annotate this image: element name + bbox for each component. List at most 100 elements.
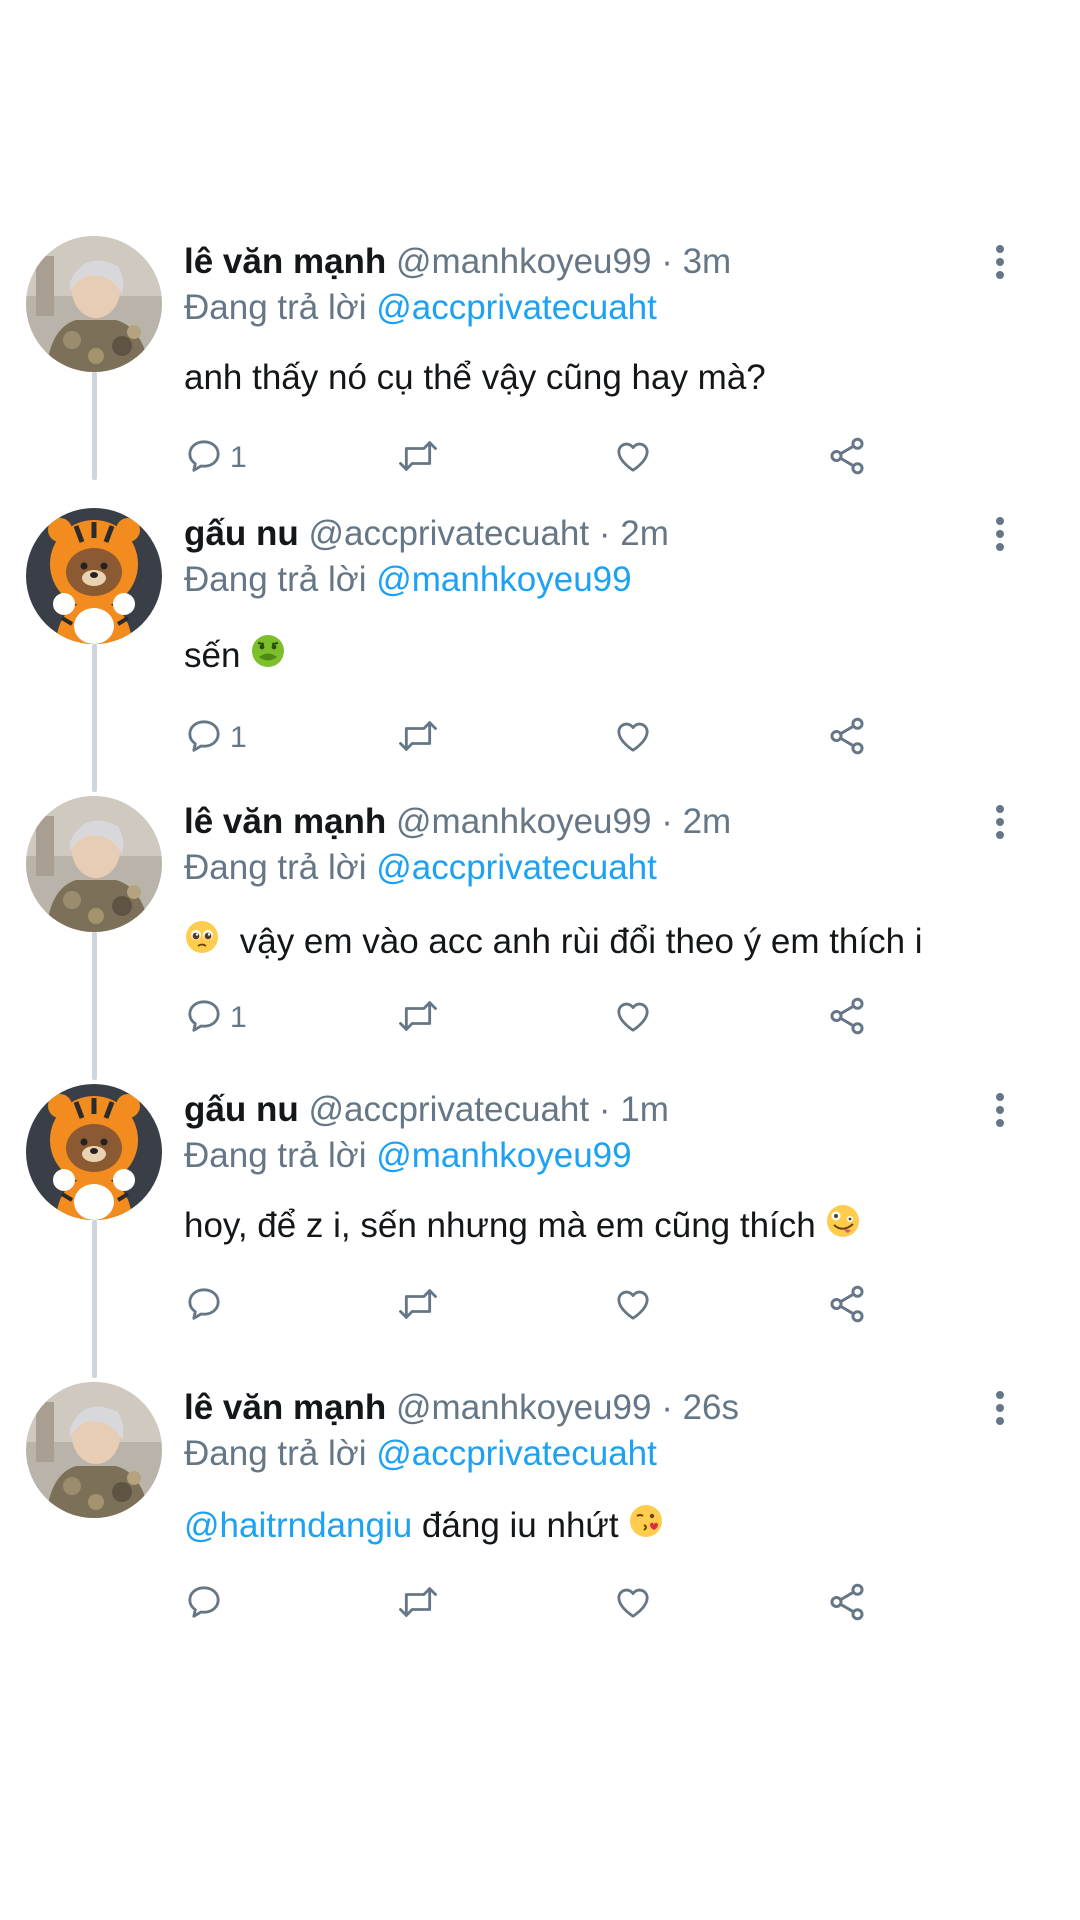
share-button[interactable]	[826, 1576, 868, 1632]
share-button[interactable]	[826, 710, 868, 766]
user-handle[interactable]: @manhkoyeu99	[396, 802, 651, 841]
like-button[interactable]	[612, 1278, 654, 1334]
tweet-actions	[184, 1278, 1004, 1334]
retweet-icon	[396, 1582, 440, 1627]
retweet-button[interactable]	[396, 990, 440, 1046]
tweet[interactable]: gấu nu @accprivatecuaht · 1m Đang trả lờ…	[0, 1084, 1080, 1364]
reply-icon	[184, 996, 224, 1041]
share-icon	[826, 1581, 868, 1628]
more-vertical-icon	[994, 1390, 1006, 1431]
share-icon	[826, 435, 868, 482]
retweet-button[interactable]	[396, 710, 440, 766]
share-button[interactable]	[826, 990, 868, 1046]
avatar[interactable]	[26, 1382, 162, 1518]
like-icon	[612, 436, 654, 481]
replying-to: Đang trả lời @manhkoyeu99	[184, 558, 632, 602]
replying-to-label: Đang trả lời	[184, 1434, 367, 1473]
reply-button[interactable]	[184, 1278, 224, 1334]
reply-count: 1	[230, 441, 247, 474]
timestamp[interactable]: 2m	[620, 514, 669, 553]
display-name[interactable]: gấu nu	[184, 514, 299, 553]
reply-button[interactable]: 1	[184, 430, 247, 486]
pleading-face-emoji	[184, 919, 220, 968]
separator-dot: ·	[598, 514, 611, 553]
replying-to-mention[interactable]: @accprivatecuaht	[376, 288, 657, 327]
reply-button[interactable]: 1	[184, 710, 247, 766]
timestamp[interactable]: 1m	[620, 1090, 669, 1129]
retweet-button[interactable]	[396, 1576, 440, 1632]
tweet[interactable]: lê văn mạnh @manhkoyeu99 · 2m Đang trả l…	[0, 796, 1080, 1076]
like-button[interactable]	[612, 1576, 654, 1632]
like-button[interactable]	[612, 430, 654, 486]
reply-button[interactable]	[184, 1576, 224, 1632]
replying-to: Đang trả lời @accprivatecuaht	[184, 846, 657, 890]
more-vertical-icon	[994, 804, 1006, 845]
tweet-actions	[184, 1576, 1004, 1632]
reply-button[interactable]: 1	[184, 990, 247, 1046]
separator-dot: ·	[661, 242, 673, 281]
tweet-header: gấu nu @accprivatecuaht · 2m	[184, 512, 669, 556]
user-handle[interactable]: @manhkoyeu99	[396, 1388, 651, 1427]
reply-icon	[184, 716, 224, 761]
timestamp[interactable]: 2m	[683, 802, 732, 841]
share-button[interactable]	[826, 430, 868, 486]
more-options-button[interactable]	[980, 804, 1020, 844]
retweet-button[interactable]	[396, 1278, 440, 1334]
like-button[interactable]	[612, 990, 654, 1046]
tweet[interactable]: lê văn mạnh @manhkoyeu99 · 3m Đang trả l…	[0, 236, 1080, 516]
tweet-actions: 1	[184, 430, 1004, 486]
separator-dot: ·	[661, 802, 673, 841]
zany-face-emoji	[825, 1203, 861, 1252]
reply-thread: lê văn mạnh @manhkoyeu99 · 3m Đang trả l…	[0, 0, 1080, 1920]
reply-icon	[184, 1284, 224, 1329]
retweet-button[interactable]	[396, 430, 440, 486]
tweet-header: lê văn mạnh @manhkoyeu99 · 26s	[184, 1386, 739, 1430]
avatar[interactable]	[26, 508, 162, 644]
kissing-heart-emoji	[628, 1503, 664, 1552]
replying-to-mention[interactable]: @manhkoyeu99	[376, 1136, 631, 1175]
user-handle[interactable]: @manhkoyeu99	[396, 242, 651, 281]
user-handle[interactable]: @accprivatecuaht	[308, 514, 589, 553]
retweet-icon	[396, 996, 440, 1041]
retweet-icon	[396, 716, 440, 761]
replying-to: Đang trả lời @accprivatecuaht	[184, 286, 657, 330]
more-vertical-icon	[994, 244, 1006, 285]
replying-to-label: Đang trả lời	[184, 288, 367, 327]
tweet[interactable]: gấu nu @accprivatecuaht · 2m Đang trả lờ…	[0, 508, 1080, 788]
more-options-button[interactable]	[980, 516, 1020, 556]
more-options-button[interactable]	[980, 1092, 1020, 1132]
tweet-header: lê văn mạnh @manhkoyeu99 · 3m	[184, 240, 731, 284]
avatar[interactable]	[26, 796, 162, 932]
tweet-text-content: đáng iu nhứt	[421, 1506, 619, 1545]
user-handle[interactable]: @accprivatecuaht	[308, 1090, 589, 1129]
avatar[interactable]	[26, 1084, 162, 1220]
timestamp[interactable]: 3m	[683, 242, 732, 281]
display-name[interactable]: lê văn mạnh	[184, 1388, 386, 1427]
tweet-text: sến	[184, 632, 286, 680]
tweet-text: hoy, để z i, sến nhưng mà em cũng thích	[184, 1202, 861, 1250]
share-icon	[826, 1283, 868, 1330]
display-name[interactable]: lê văn mạnh	[184, 242, 386, 281]
replying-to-label: Đang trả lời	[184, 848, 367, 887]
retweet-icon	[396, 436, 440, 481]
replying-to-mention[interactable]: @accprivatecuaht	[376, 1434, 657, 1473]
display-name[interactable]: gấu nu	[184, 1090, 299, 1129]
tweet-actions: 1	[184, 710, 1004, 766]
tweet[interactable]: lê văn mạnh @manhkoyeu99 · 26s Đang trả …	[0, 1382, 1080, 1662]
display-name[interactable]: lê văn mạnh	[184, 802, 386, 841]
avatar[interactable]	[26, 236, 162, 372]
share-button[interactable]	[826, 1278, 868, 1334]
tweet-mention[interactable]: @haitrndangiu	[184, 1506, 412, 1545]
share-icon	[826, 995, 868, 1042]
replying-to-mention[interactable]: @accprivatecuaht	[376, 848, 657, 887]
separator-dot: ·	[661, 1388, 673, 1427]
like-button[interactable]	[612, 710, 654, 766]
more-options-button[interactable]	[980, 244, 1020, 284]
separator-dot: ·	[598, 1090, 611, 1129]
timestamp[interactable]: 26s	[683, 1388, 739, 1427]
more-options-button[interactable]	[980, 1390, 1020, 1430]
replying-to: Đang trả lời @manhkoyeu99	[184, 1134, 632, 1178]
tweet-text-content: sến	[184, 636, 241, 675]
replying-to-mention[interactable]: @manhkoyeu99	[376, 560, 631, 599]
share-icon	[826, 715, 868, 762]
